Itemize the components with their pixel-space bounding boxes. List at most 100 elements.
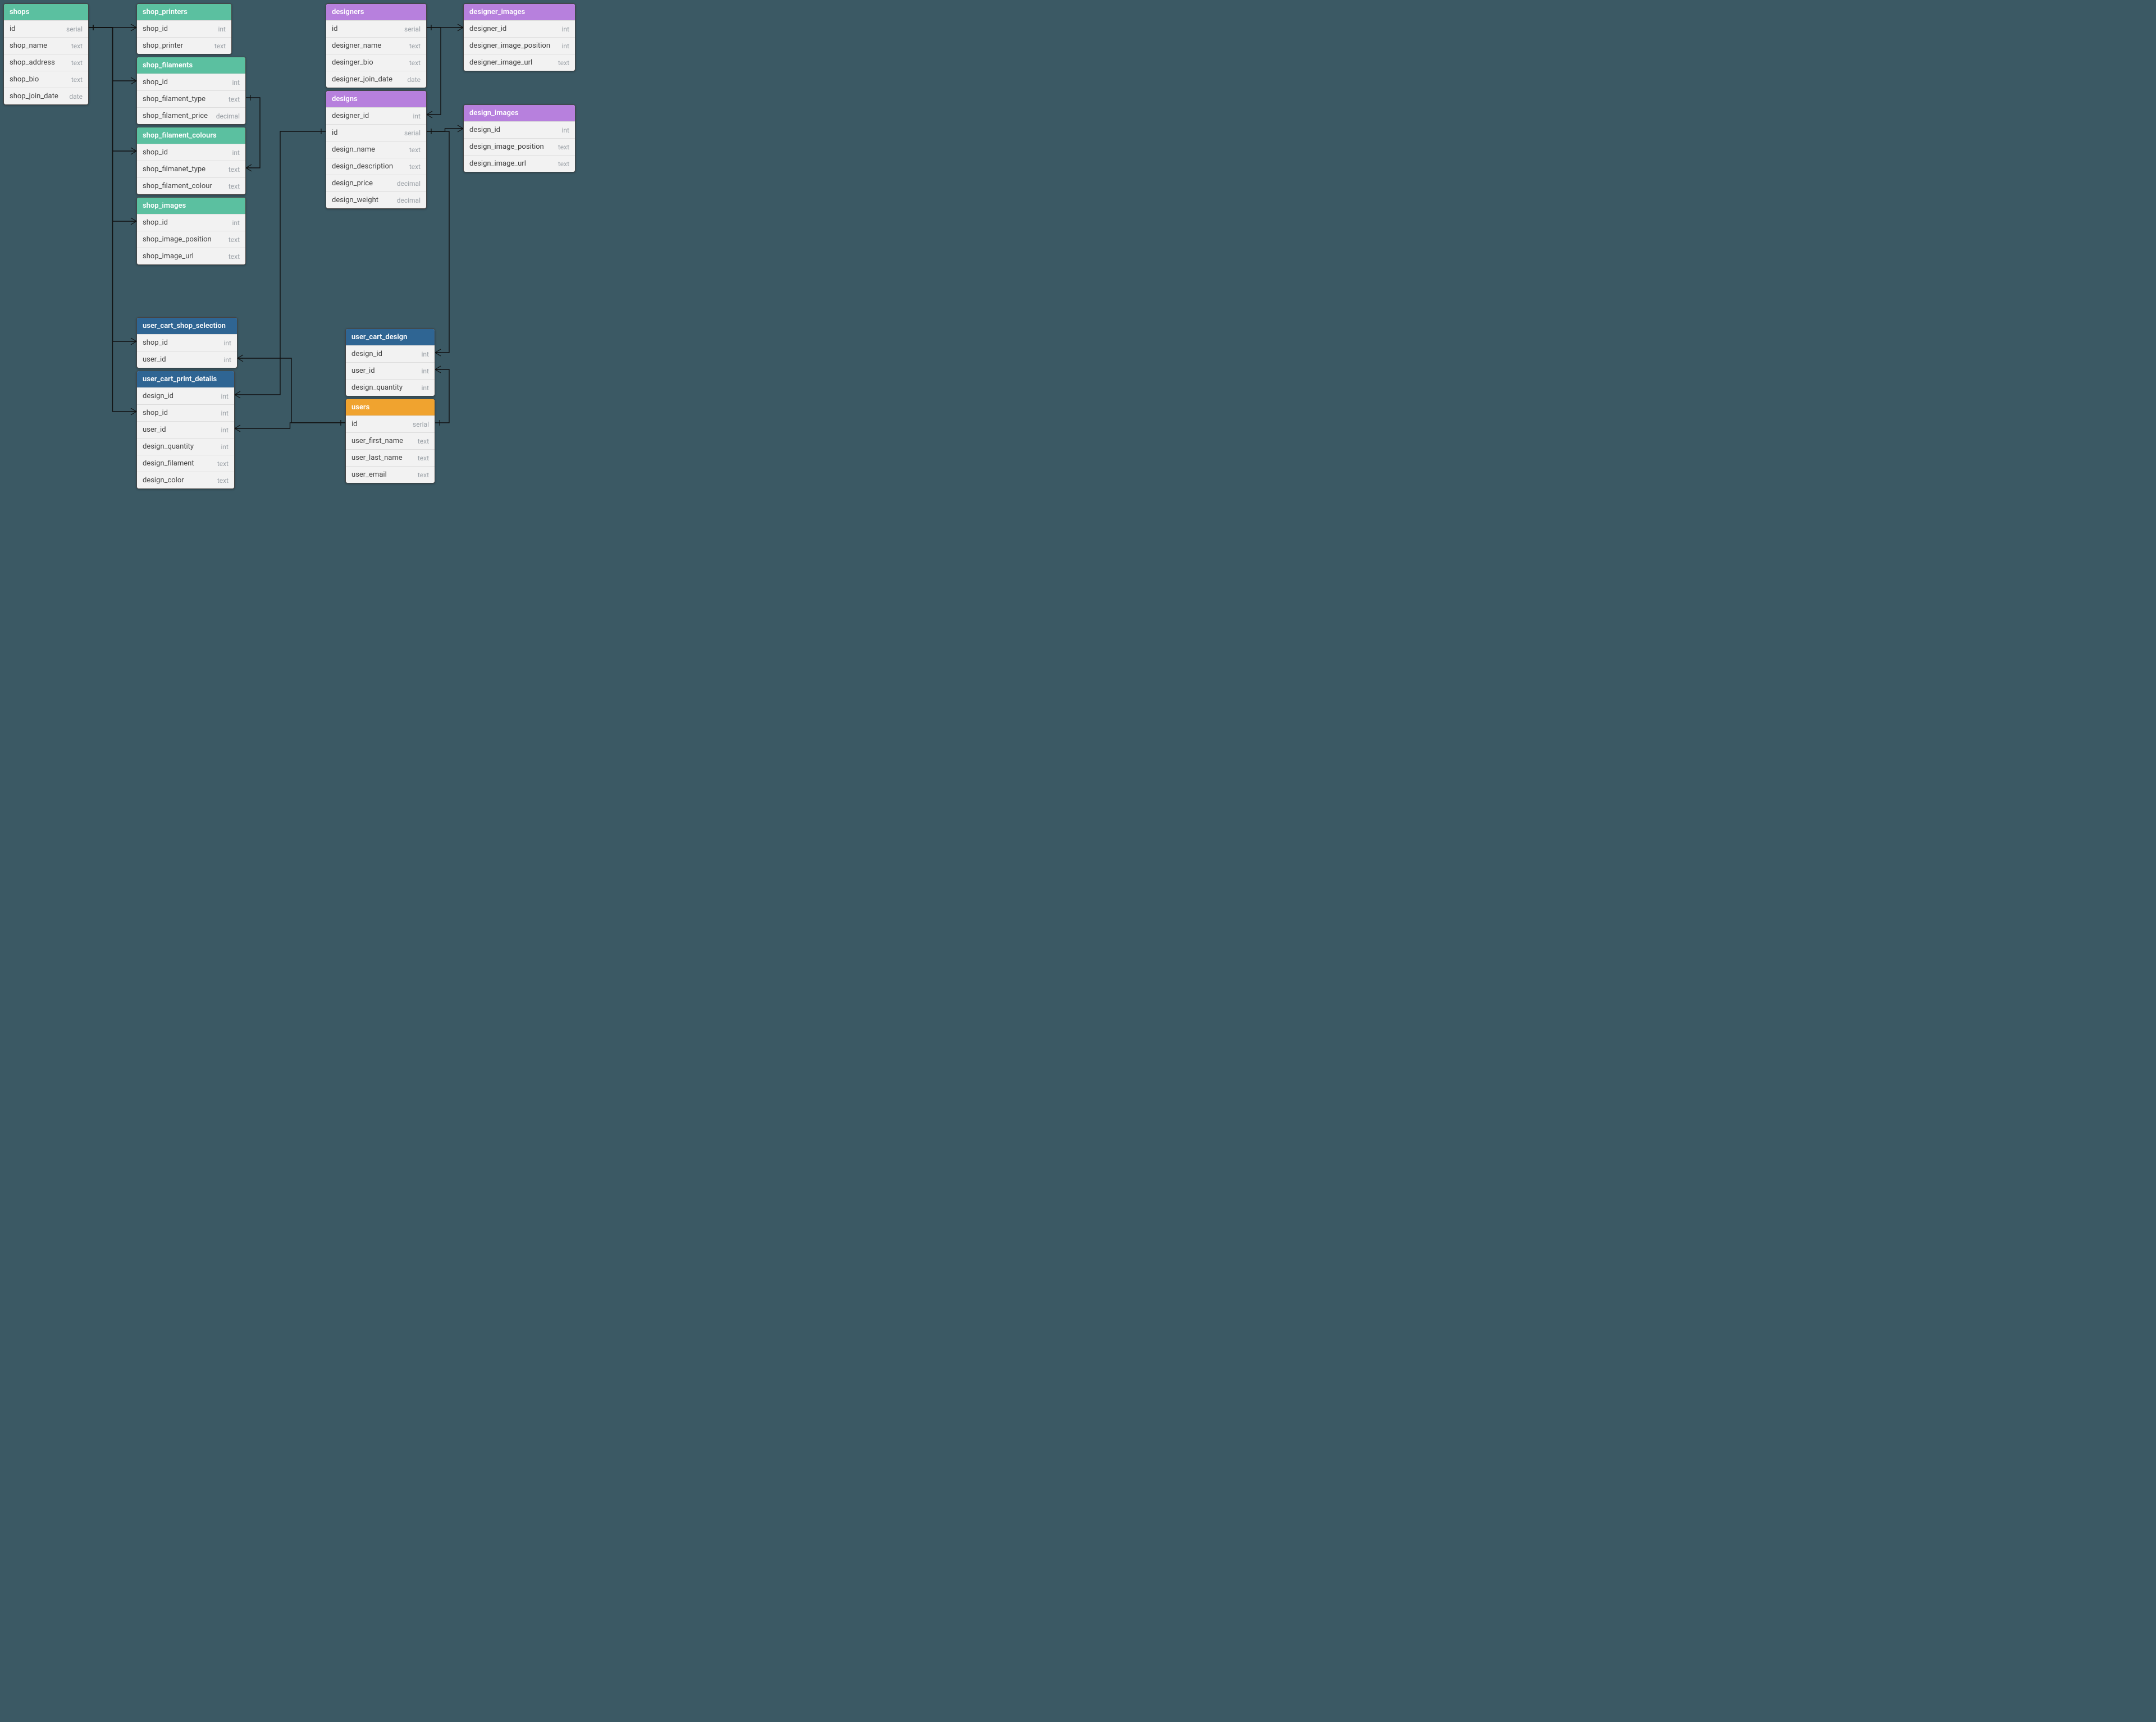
table-header: shops	[4, 4, 88, 20]
column-type: serial	[404, 129, 421, 137]
column-type: text	[558, 143, 569, 151]
table-row: idserial	[326, 124, 426, 141]
column-name: shop_id	[143, 78, 168, 86]
table-row: design_descriptiontext	[326, 158, 426, 175]
table-header: designers	[326, 4, 426, 20]
column-type: decimal	[216, 112, 240, 120]
table-row: user_email text	[346, 466, 435, 483]
table-row: shop_idint	[137, 404, 234, 421]
column-name: designer_image_position	[469, 42, 550, 50]
table-row: shop_nametext	[4, 37, 88, 54]
column-type: text	[418, 471, 429, 479]
column-name: user_id	[143, 355, 166, 364]
table-shop_images[interactable]: shop_imagesshop_idintshop_image_position…	[136, 197, 246, 265]
column-name: design_id	[351, 350, 382, 358]
table-row: design_color text	[137, 472, 234, 488]
table-row: shop_filmanet_type text	[137, 161, 245, 177]
table-row: shop_idint	[137, 334, 237, 351]
column-type: text	[229, 166, 240, 173]
column-type: int	[232, 79, 240, 86]
column-type: text	[214, 42, 226, 50]
column-name: design_price	[332, 179, 373, 188]
table-user_cart_shop_selection[interactable]: user_cart_shop_selectionshop_idint user_i…	[136, 317, 237, 368]
table-user_cart_print_details[interactable]: user_cart_print_detailsdesign_idintshop_…	[136, 371, 235, 489]
column-name: user_email	[351, 471, 387, 479]
column-name: design_description	[332, 162, 393, 171]
table-header: shop_filaments	[137, 57, 245, 74]
column-type: date	[407, 76, 421, 84]
column-name: shop_id	[143, 25, 168, 33]
table-shops[interactable]: shops id serial shop_nametextshop_addresste…	[3, 3, 89, 105]
table-row: desinger_biotext	[326, 54, 426, 71]
column-type: int	[422, 384, 429, 392]
column-type: text	[229, 182, 240, 190]
column-type: serial	[413, 421, 429, 428]
column-type: int	[562, 42, 569, 50]
table-design_images[interactable]: design_imagesdesign_idintdesign_image_po…	[463, 104, 575, 172]
table-row: design_image_urltext	[464, 155, 575, 172]
table-row: id serial	[4, 20, 88, 37]
column-type: text	[217, 460, 229, 468]
table-row: user_idint	[137, 421, 234, 438]
table-shop_printers[interactable]: shop_printersshop_idintshop_printertext	[136, 3, 232, 54]
table-row: design_idint	[137, 387, 234, 404]
table-row: id serial	[326, 20, 426, 37]
table-shop_filaments[interactable]: shop_filamentsshop_idintshop_filament_ty…	[136, 57, 246, 125]
table-row: shop_filament_colour text	[137, 177, 245, 194]
table-designers[interactable]: designers id serial designer_nametextdesing…	[326, 3, 427, 88]
table-row: shop_idint	[137, 144, 245, 161]
column-name: shop_image_url	[143, 252, 194, 261]
column-type: serial	[66, 25, 83, 33]
column-name: user_last_name	[351, 454, 403, 462]
column-name: shop_id	[143, 409, 168, 417]
table-header: user_cart_design	[346, 329, 435, 345]
column-name: design_color	[143, 476, 184, 485]
column-name: user_first_name	[351, 437, 403, 445]
table-header: shop_filament_colours	[137, 127, 245, 144]
table-row: design_image_position text	[464, 138, 575, 155]
table-row: designer_nametext	[326, 37, 426, 54]
table-header: designs	[326, 91, 426, 107]
table-header: user_cart_print_details	[137, 371, 234, 387]
table-designs[interactable]: designsdesigner_idintidserialdesign_name…	[326, 90, 427, 209]
table-row: design_weightdecimal	[326, 191, 426, 208]
column-name: designer_join_date	[332, 75, 392, 84]
column-type: int	[232, 149, 240, 157]
column-name: id	[332, 25, 338, 33]
column-name: shop_filament_colour	[143, 182, 212, 190]
column-type: text	[71, 42, 83, 50]
column-type: text	[558, 59, 569, 67]
table-users[interactable]: usersidserialuser_first_nametextuser_las…	[345, 399, 435, 483]
column-name: id	[10, 25, 16, 33]
column-type: int	[221, 443, 229, 451]
table-row: shop_image_urltext	[137, 248, 245, 264]
column-type: serial	[404, 25, 421, 33]
column-name: shop_bio	[10, 75, 39, 84]
table-row: shop_printertext	[137, 37, 231, 54]
table-row: shop_idint	[137, 214, 245, 231]
table-shop_filament_colours[interactable]: shop_filament_coloursshop_idintshop_film…	[136, 127, 246, 195]
column-type: text	[229, 95, 240, 103]
column-name: shop_filmanet_type	[143, 165, 205, 173]
column-type: int	[218, 25, 226, 33]
column-name: designer_id	[332, 112, 369, 120]
table-row: shop_image_positiontext	[137, 231, 245, 248]
column-name: shop_id	[143, 339, 168, 347]
table-row: user_last_name text	[346, 449, 435, 466]
table-row: user_first_nametext	[346, 432, 435, 449]
column-type: int	[413, 112, 421, 120]
column-name: shop_image_position	[143, 235, 212, 244]
table-header: user_cart_shop_selection	[137, 318, 237, 334]
column-type: int	[422, 350, 429, 358]
table-row: shop_addresstext	[4, 54, 88, 71]
column-type: decimal	[397, 197, 421, 204]
column-name: design_image_position	[469, 143, 544, 151]
table-header: users	[346, 399, 435, 415]
table-designer_images[interactable]: designer_imagesdesigner_idintdesigner_im…	[463, 3, 575, 71]
table-user_cart_design[interactable]: user_cart_designdesign_idintuser_idintde…	[345, 328, 435, 396]
column-type: date	[69, 93, 83, 101]
column-type: text	[71, 59, 83, 67]
column-type: text	[418, 454, 429, 462]
table-row: idserial	[346, 415, 435, 432]
column-type: text	[217, 477, 229, 485]
